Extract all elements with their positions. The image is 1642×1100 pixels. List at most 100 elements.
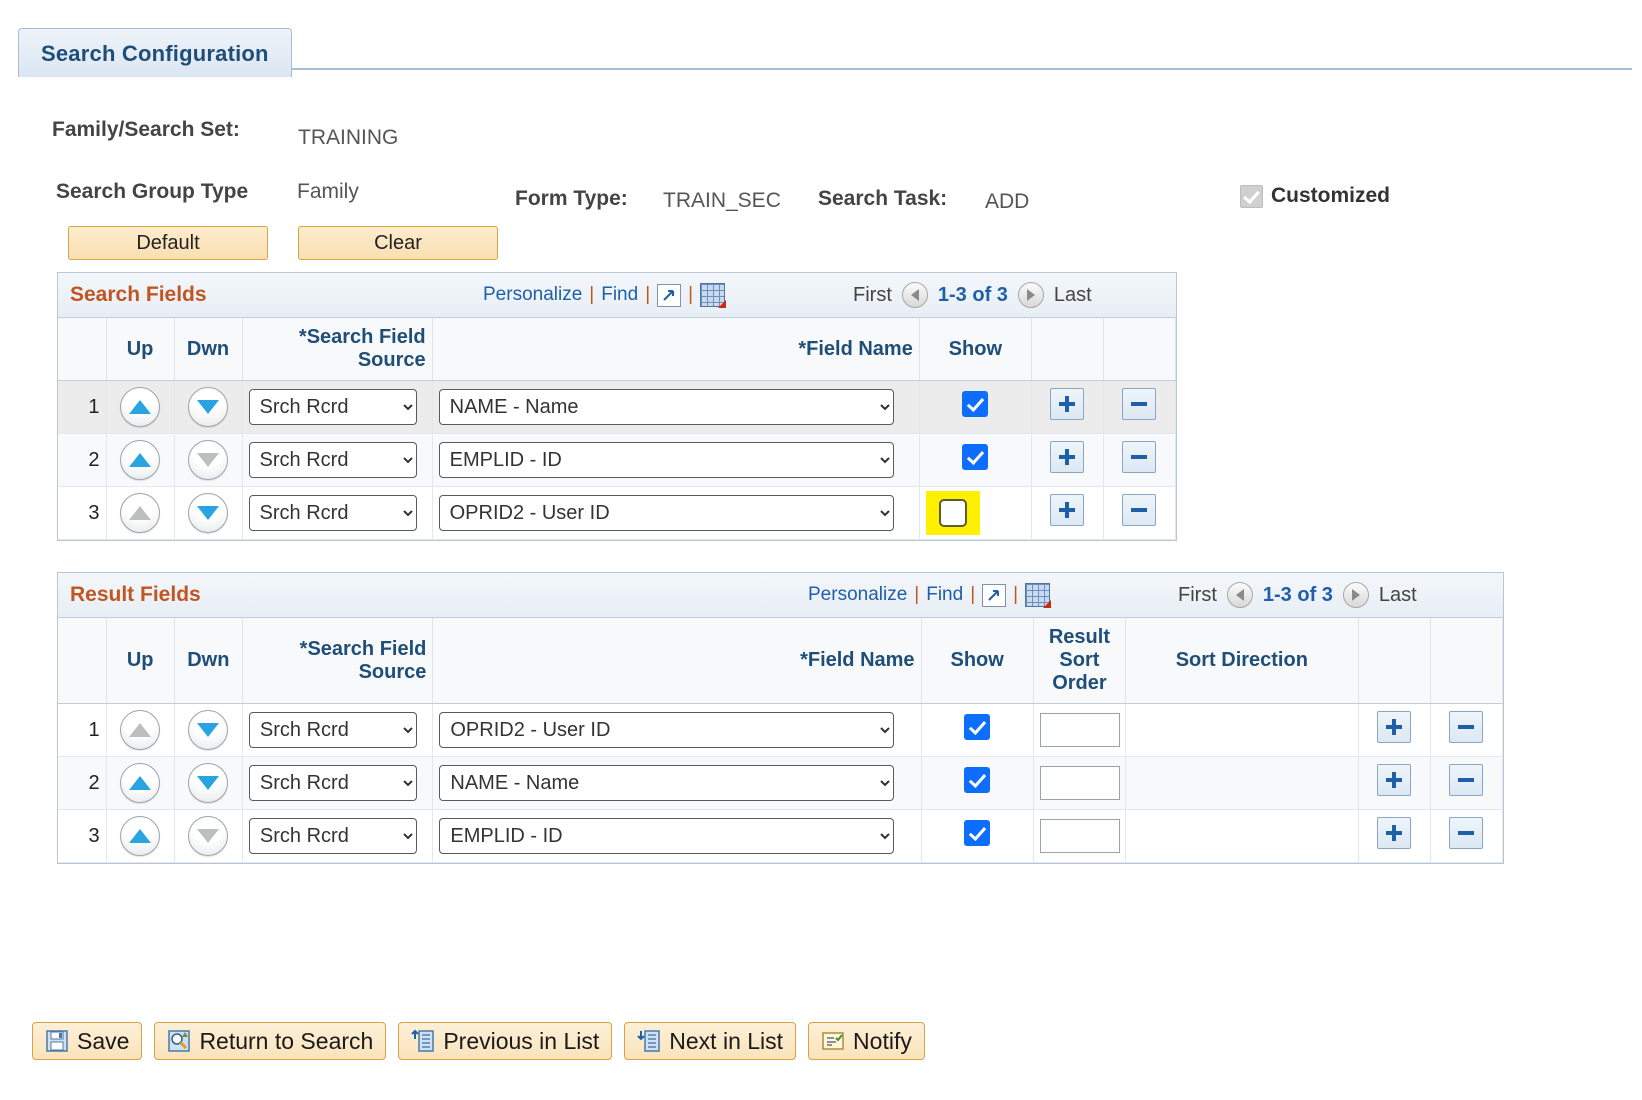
delete-row-icon[interactable]	[1122, 388, 1157, 420]
grid-download-icon[interactable]	[1025, 583, 1052, 608]
next-in-list-button[interactable]: Next in List	[624, 1022, 797, 1060]
result-fields-grid-header: Result Fields Personalize | Find | | Fir…	[58, 573, 1503, 618]
move-down-cell	[174, 486, 243, 540]
next-in-list-label: Next in List	[669, 1027, 784, 1054]
personalize-link[interactable]: Personalize	[483, 284, 582, 306]
move-down-cell	[174, 433, 243, 487]
col-sort-direction: Sort Direction	[1125, 618, 1359, 704]
result-sort-order-input[interactable]	[1039, 766, 1120, 800]
search-field-source-select[interactable]: Srch Rcrd	[248, 495, 417, 531]
result-sort-order-input[interactable]	[1039, 713, 1120, 747]
save-label: Save	[77, 1027, 130, 1054]
search-field-source-select[interactable]: Srch Rcrd	[248, 442, 417, 478]
search-group-type-label: Search Group Type	[56, 180, 249, 203]
default-button[interactable]: Default	[68, 226, 268, 260]
customized-checkbox	[1240, 184, 1263, 208]
notify-button[interactable]: Notify	[808, 1022, 925, 1060]
move-up-icon	[120, 493, 161, 533]
col-field-name: *Field Name	[432, 618, 922, 704]
field-name-cell: OPRID2 - User ID	[432, 486, 920, 540]
col-search-field-source: *Search Field Source	[242, 318, 433, 381]
delete-row-icon[interactable]	[1449, 817, 1484, 849]
field-name-select[interactable]: EMPLID - ID	[438, 442, 894, 478]
field-name-select[interactable]: NAME - Name	[439, 765, 895, 801]
delete-row-icon[interactable]	[1449, 764, 1484, 796]
show-cell	[919, 433, 1032, 487]
pager-last-label[interactable]: Last	[1054, 284, 1092, 307]
source-cell: Srch Rcrd	[242, 756, 434, 810]
move-up-cell	[106, 809, 175, 863]
customized-label: Customized	[1271, 184, 1391, 207]
save-button[interactable]: Save	[32, 1022, 143, 1060]
table-row: 1 Srch Rcrd OPRID2 - User ID	[58, 703, 1504, 757]
field-name-select[interactable]: OPRID2 - User ID	[439, 712, 895, 748]
search-field-source-select[interactable]: Srch Rcrd	[248, 818, 417, 854]
col-rownum	[58, 618, 107, 704]
move-up-icon[interactable]	[120, 440, 161, 480]
move-down-icon[interactable]	[188, 387, 229, 427]
add-row-icon[interactable]	[1377, 817, 1412, 849]
return-to-search-button[interactable]: Return to Search	[154, 1022, 387, 1060]
show-cell	[919, 486, 1032, 540]
previous-in-list-button[interactable]: Previous in List	[398, 1022, 613, 1060]
show-checkbox[interactable]	[938, 499, 967, 527]
pager-previous-icon[interactable]	[1226, 582, 1253, 608]
move-up-icon[interactable]	[120, 387, 161, 427]
move-up-icon[interactable]	[120, 763, 161, 803]
pager-next-icon[interactable]	[1342, 582, 1369, 608]
row-number: 2	[58, 756, 107, 810]
move-down-icon[interactable]	[188, 763, 229, 803]
move-up-icon[interactable]	[120, 816, 161, 856]
show-checkbox[interactable]	[964, 714, 991, 740]
personalize-link[interactable]: Personalize	[808, 584, 907, 606]
add-row-cell	[1358, 809, 1431, 863]
clear-button[interactable]: Clear	[298, 226, 498, 260]
show-checkbox[interactable]	[962, 391, 989, 417]
field-name-select[interactable]: EMPLID - ID	[439, 818, 895, 854]
add-row-icon[interactable]	[1050, 494, 1085, 526]
pager-previous-icon[interactable]	[901, 282, 928, 308]
search-field-source-select[interactable]: Srch Rcrd	[248, 712, 417, 748]
expand-icon[interactable]	[657, 283, 682, 307]
delete-row-icon[interactable]	[1122, 494, 1157, 526]
move-down-icon[interactable]	[188, 710, 229, 750]
find-link[interactable]: Find	[601, 284, 638, 306]
pager-count: 1-3 of 3	[1262, 583, 1333, 606]
delete-row-icon[interactable]	[1122, 441, 1157, 473]
tab-strip: Search Configuration	[0, 14, 1642, 77]
row-number: 2	[58, 433, 107, 487]
find-link[interactable]: Find	[926, 584, 963, 606]
pager-first-label[interactable]: First	[853, 284, 892, 307]
field-name-cell: EMPLID - ID	[432, 809, 922, 863]
search-field-source-select[interactable]: Srch Rcrd	[248, 389, 417, 425]
result-fields-rows: 1 Srch Rcrd OPRID2 - User ID 2 Srch Rcrd…	[58, 703, 1504, 863]
add-row-cell	[1031, 433, 1104, 487]
field-name-cell: EMPLID - ID	[432, 433, 920, 487]
add-row-icon[interactable]	[1377, 711, 1412, 743]
return-to-search-label: Return to Search	[199, 1027, 374, 1054]
move-down-icon[interactable]	[188, 493, 229, 533]
pager-last-label[interactable]: Last	[1379, 584, 1417, 607]
grid-download-icon[interactable]	[700, 283, 727, 308]
add-row-icon[interactable]	[1050, 388, 1085, 420]
table-row: 1 Srch Rcrd NAME - Name	[58, 380, 1177, 434]
tab-search-configuration[interactable]: Search Configuration	[18, 28, 292, 77]
show-checkbox[interactable]	[962, 444, 989, 470]
result-sort-order-input[interactable]	[1039, 819, 1120, 853]
search-field-source-select[interactable]: Srch Rcrd	[248, 765, 417, 801]
field-name-select[interactable]: OPRID2 - User ID	[438, 495, 894, 531]
delete-row-icon[interactable]	[1449, 711, 1484, 743]
pager-first-label[interactable]: First	[1178, 584, 1217, 607]
search-fields-grid-header: Search Fields Personalize | Find | | Fir…	[58, 273, 1176, 318]
field-name-select[interactable]: NAME - Name	[438, 389, 894, 425]
move-down-icon	[188, 440, 229, 480]
show-checkbox[interactable]	[964, 767, 991, 793]
show-checkbox[interactable]	[964, 820, 991, 846]
add-row-icon[interactable]	[1050, 441, 1085, 473]
add-row-cell	[1031, 380, 1104, 434]
pager-next-icon[interactable]	[1017, 282, 1044, 308]
result-fields-grid: Result Fields Personalize | Find | | Fir…	[57, 572, 1504, 864]
add-row-icon[interactable]	[1377, 764, 1412, 796]
col-delete	[1103, 318, 1177, 381]
expand-icon[interactable]	[982, 583, 1007, 607]
